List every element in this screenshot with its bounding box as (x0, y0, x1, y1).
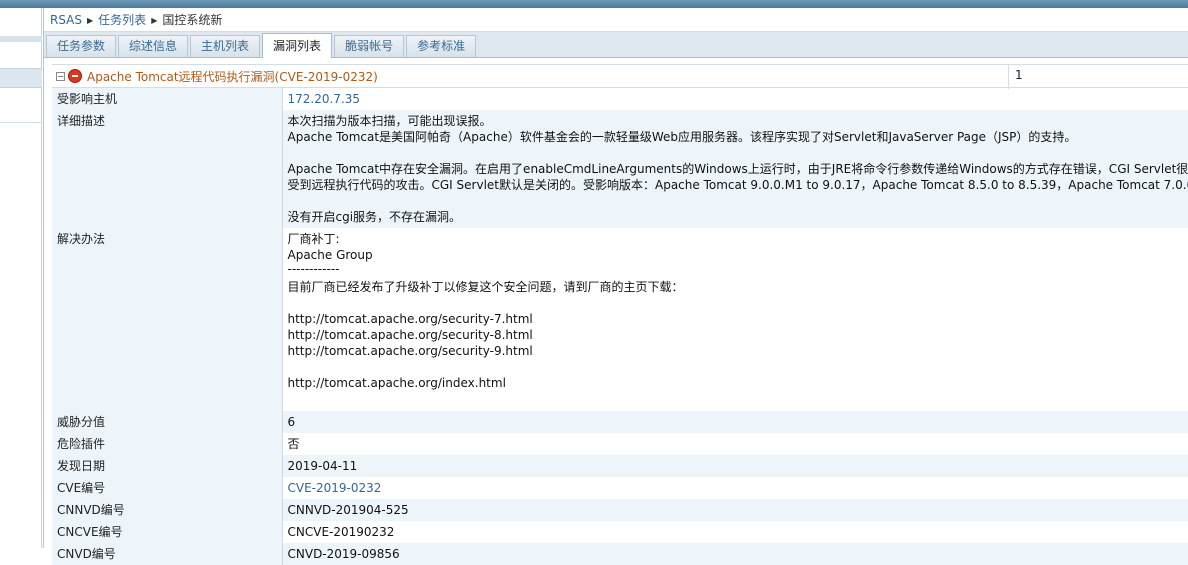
field-label: 威胁分值 (52, 411, 283, 433)
tab-task-params[interactable]: 任务参数 (46, 35, 117, 57)
top-banner (0, 0, 1188, 8)
left-nav-item[interactable] (0, 36, 42, 42)
vuln-header: − Apache Tomcat远程代码执行漏洞(CVE-2019-0232) 1 (52, 64, 1188, 89)
solution-line: http://tomcat.apache.org/security-7.html (287, 312, 533, 326)
tab-reference-standards[interactable]: 参考标准 (406, 35, 477, 57)
breadcrumb: RSAS ▶ 任务列表 ▶ 国控系统新 (44, 8, 1188, 32)
description-line: 本次扫描为版本扫描，可能出现误报。 (287, 114, 492, 128)
solution-line: http://tomcat.apache.org/index.html (287, 376, 506, 390)
vuln-title: Apache Tomcat远程代码执行漏洞(CVE-2019-0232) (87, 69, 378, 84)
breadcrumb-task-list-link[interactable]: 任务列表 (98, 13, 146, 27)
solution-line: 厂商补丁: (287, 232, 340, 246)
field-label: 受影响主机 (52, 88, 283, 110)
solution-line: http://tomcat.apache.org/security-9.html (287, 344, 533, 358)
tab-host-list[interactable]: 主机列表 (190, 35, 261, 57)
solution-line: 目前厂商已经发布了升级补丁以修复这个安全问题，请到厂商的主页下载： (287, 280, 684, 294)
description-line: 没有开启cgi服务，不存在漏洞。 (287, 210, 462, 224)
score-value: 6 (282, 411, 1188, 433)
description-line: Apache Tomcat中存在安全漏洞。在启用了enableCmdLineAr… (287, 162, 1188, 176)
plugin-value: 否 (287, 437, 300, 451)
breadcrumb-arrow-icon: ▶ (87, 16, 94, 25)
solution-line: Apache Group (287, 248, 373, 262)
breadcrumb-current: 国控系统新 (162, 13, 223, 27)
description-line: 受到远程执行代码的攻击。CGI Servlet默认是关闭的。受影响版本：Apac… (287, 178, 1188, 192)
vuln-count: 1 (1008, 65, 1188, 89)
main-panel: RSAS ▶ 任务列表 ▶ 国控系统新 任务参数 综述信息 主机列表 漏洞列表 脆弱帐号… (43, 8, 1188, 565)
table-row: 解决办法 厂商补丁: Apache Group ------------ 目前厂… (52, 228, 1188, 411)
cncve-value: CNCVE-20190232 (287, 525, 395, 539)
breadcrumb-root-link[interactable]: RSAS (50, 13, 82, 27)
cnnvd-value: CNNVD-201904-525 (282, 499, 1188, 521)
date-value: 2019-04-11 (282, 455, 1188, 477)
table-row: CNVD编号 CNVD-2019-09856 (52, 543, 1188, 565)
field-label: 详细描述 (52, 110, 283, 228)
field-label: CNVD编号 (52, 543, 283, 565)
table-row: 受影响主机 172.20.7.35 (52, 88, 1188, 110)
field-label: CNCVE编号 (52, 521, 283, 543)
solution-line: http://tomcat.apache.org/security-8.html (287, 328, 533, 342)
high-risk-icon (68, 69, 82, 83)
host-link[interactable]: 172.20.7.35 (288, 92, 361, 106)
vuln-detail: − Apache Tomcat远程代码执行漏洞(CVE-2019-0232) 1… (44, 64, 1188, 565)
cve-link[interactable]: CVE-2019-0232 (288, 481, 382, 495)
solution-value: 厂商补丁: Apache Group ------------ 目前厂商已经发布… (282, 228, 1188, 411)
table-row: CVE编号 CVE-2019-0232 (52, 477, 1188, 499)
table-row: CNNVD编号 CNNVD-201904-525 (52, 499, 1188, 521)
table-row: CNCVE编号 CNCVE-20190232 (52, 521, 1188, 543)
field-label: 解决办法 (52, 228, 283, 411)
field-label: CNNVD编号 (52, 499, 283, 521)
field-label: CVE编号 (52, 477, 283, 499)
tab-bar: 任务参数 综述信息 主机列表 漏洞列表 脆弱帐号 参考标准 (44, 32, 1188, 58)
description-value: 本次扫描为版本扫描，可能出现误报。 Apache Tomcat是美国阿帕奇（Ap… (282, 110, 1188, 228)
table-row: 发现日期 2019-04-11 (52, 455, 1188, 477)
description-line: Apache Tomcat是美国阿帕奇（Apache）软件基金会的一款轻量级We… (287, 130, 1077, 144)
tab-vuln-list[interactable]: 漏洞列表 (262, 33, 333, 58)
table-row: 威胁分值 6 (52, 411, 1188, 433)
cnvd-value: CNVD-2019-09856 (282, 543, 1188, 565)
left-nav-item-selected[interactable] (0, 68, 42, 88)
vuln-detail-table: 受影响主机 172.20.7.35 详细描述 本次扫描为版本扫描，可能出现误报。… (52, 88, 1188, 565)
table-row: 危险插件 否 (52, 433, 1188, 455)
collapse-icon[interactable]: − (56, 71, 65, 81)
table-row: 详细描述 本次扫描为版本扫描，可能出现误报。 Apache Tomcat是美国阿… (52, 110, 1188, 228)
tab-summary[interactable]: 综述信息 (118, 35, 189, 57)
left-nav-pane (0, 8, 42, 548)
field-label: 发现日期 (52, 455, 283, 477)
tab-weak-accounts[interactable]: 脆弱帐号 (334, 35, 405, 57)
divider (0, 122, 42, 123)
solution-line: ------------ (287, 262, 340, 276)
field-label: 危险插件 (52, 433, 283, 455)
breadcrumb-arrow-icon: ▶ (151, 16, 158, 25)
